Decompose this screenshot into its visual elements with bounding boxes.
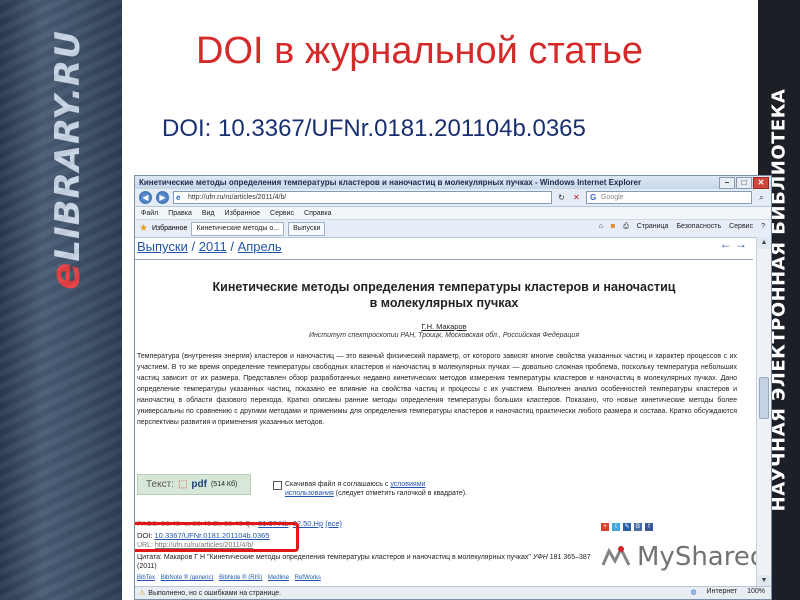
search-icon[interactable]: ⌕: [756, 192, 767, 203]
slide-title: DOI в журнальной статье: [196, 30, 644, 72]
breadcrumb: Выпуски / 2011 / Апрель: [137, 239, 282, 254]
command-security[interactable]: Безопасность: [676, 223, 721, 231]
pdf-size: (514 Кб): [210, 481, 238, 488]
status-bar: ⚠ Выполнено, но с ошибками на странице. …: [135, 586, 771, 599]
rss-icon[interactable]: ◙: [611, 223, 615, 231]
breadcrumb-sep: /: [230, 239, 234, 254]
menu-favorites[interactable]: Избранное: [225, 210, 260, 217]
zone-text: Интернет: [706, 588, 738, 595]
maximize-button[interactable]: □: [736, 177, 752, 189]
breadcrumb-month[interactable]: Апрель: [238, 239, 282, 254]
doi-highlight-box: [135, 522, 299, 552]
cite-label: Цитата:: [137, 554, 162, 561]
minimize-button[interactable]: –: [719, 177, 735, 189]
close-button[interactable]: ✕: [753, 177, 769, 189]
article-author[interactable]: Г.Н. Макаров: [135, 322, 753, 331]
address-bar: ◀ ▶ http://ufn.ru/ru/articles/2011/4/b/ …: [135, 189, 771, 207]
agree-checkbox[interactable]: [273, 481, 282, 490]
pdf-link[interactable]: pdf: [191, 479, 207, 490]
pdf-download-box: Текст: ⬚ pdf (514 Кб): [137, 474, 251, 495]
menu-bar: Файл Правка Вид Избранное Сервис Справка: [135, 207, 771, 220]
menu-help[interactable]: Справка: [304, 210, 331, 217]
back-icon[interactable]: ◀: [139, 191, 152, 204]
bibtex-link[interactable]: BibTex: [137, 575, 155, 581]
refresh-icon[interactable]: ↻: [556, 192, 567, 203]
refworks-link[interactable]: RefWorks: [295, 575, 321, 581]
article-affiliation: Институт спектроскопии РАН, Троицк, Моск…: [308, 332, 580, 339]
window-controls: – □ ✕: [719, 177, 769, 189]
livejournal-icon[interactable]: ✎: [623, 523, 631, 531]
myshared-watermark: MyShared: [599, 542, 766, 572]
citation: Цитата: Макаров Г Н "Кинетические методы…: [137, 553, 597, 571]
window-titlebar: Кинетические методы определения температ…: [135, 176, 771, 189]
command-bar: ⌂ ◙ ⎙ Страница Безопасность Сервис ?: [599, 223, 765, 231]
print-icon[interactable]: ⎙: [623, 223, 629, 231]
pacs-all-link[interactable]: (все): [325, 519, 342, 528]
vkontakte-icon[interactable]: B: [634, 523, 642, 531]
warning-icon[interactable]: ⚠: [139, 589, 145, 597]
breadcrumb-sep: /: [191, 239, 196, 254]
pdf-label: Текст:: [146, 479, 174, 490]
cite-export-links: BibTex BibNote ® (generic) BibNote ® (RI…: [137, 575, 325, 581]
status-text: Выполнено, но с ошибками на странице.: [148, 589, 282, 597]
page-content: Выпуски / 2011 / Апрель ← → Кинетические…: [135, 237, 771, 587]
menu-edit[interactable]: Правка: [168, 210, 192, 217]
breadcrumb-issues[interactable]: Выпуски: [137, 239, 188, 254]
agree-text: Скачивая файл я соглашаюсь с условиями и…: [285, 481, 468, 497]
home-icon[interactable]: ⌂: [599, 223, 603, 231]
favorites-star-icon[interactable]: ★: [139, 223, 148, 234]
twitter-icon[interactable]: t: [612, 523, 620, 531]
pdf-icon[interactable]: ⬚: [178, 479, 187, 490]
bibnote-ris-link[interactable]: BibNote ® (RIS): [219, 575, 262, 581]
favorites-label[interactable]: Избранное: [152, 225, 187, 232]
menu-view[interactable]: Вид: [202, 210, 215, 217]
forward-icon[interactable]: ▶: [156, 191, 169, 204]
status-right: ◍ Интернет 100%: [690, 588, 765, 596]
breadcrumb-year[interactable]: 2011: [199, 239, 227, 254]
zoom-level[interactable]: 100%: [747, 588, 765, 596]
ie-window: Кинетические методы определения температ…: [134, 175, 772, 600]
medline-link[interactable]: Medline: [268, 575, 289, 581]
left-brand-strip: eLIBRARY.RU: [0, 0, 122, 600]
cite-text: Макаров Г Н "Кинетические методы определ…: [163, 554, 531, 561]
bibnote-generic-link[interactable]: BibNote ® (generic): [161, 575, 214, 581]
vertical-scrollbar[interactable]: ▲ ▼: [756, 237, 771, 587]
help-icon[interactable]: ?: [761, 223, 765, 231]
scroll-up-icon[interactable]: ▲: [757, 237, 771, 249]
globe-icon: ◍: [690, 589, 697, 596]
scroll-thumb[interactable]: [759, 377, 769, 419]
menu-tools[interactable]: Сервис: [270, 210, 294, 217]
article-abstract: Температура (внутренняя энергия) кластер…: [137, 353, 737, 426]
share-icons: + t ✎ B f: [601, 523, 653, 531]
tabs-bar: ★ Избранное Кинетические методы о... Вып…: [135, 220, 771, 238]
tab-issues[interactable]: Выпуски: [288, 221, 326, 236]
article-title-line: Кинетические методы определения температ…: [212, 280, 676, 294]
command-tools[interactable]: Сервис: [729, 223, 753, 231]
cite-journal: УФН: [532, 554, 548, 561]
article-title-line: в молекулярных пучках: [369, 296, 519, 310]
search-input[interactable]: Google: [586, 191, 752, 204]
facebook-icon[interactable]: f: [645, 523, 653, 531]
prev-next-arrows[interactable]: ← →: [720, 237, 747, 251]
url-input[interactable]: http://ufn.ru/ru/articles/2011/4/b/: [173, 191, 552, 204]
tab-article[interactable]: Кинетические методы о...: [191, 221, 285, 236]
stop-icon[interactable]: ✕: [571, 192, 582, 203]
window-title: Кинетические методы определения температ…: [139, 178, 642, 187]
myshared-logo-icon: [601, 545, 631, 566]
slide-doi-text: DOI: 10.3367/UFNr.0181.201104b.0365: [162, 115, 586, 142]
command-page[interactable]: Страница: [637, 223, 669, 231]
menu-file[interactable]: Файл: [141, 210, 158, 217]
watermark-text: MyShared: [637, 542, 767, 572]
article-title: Кинетические методы определения температ…: [135, 279, 753, 311]
elibrary-logo: eLIBRARY.RU: [43, 30, 89, 290]
add-icon[interactable]: +: [601, 523, 609, 531]
divider: [135, 259, 753, 260]
